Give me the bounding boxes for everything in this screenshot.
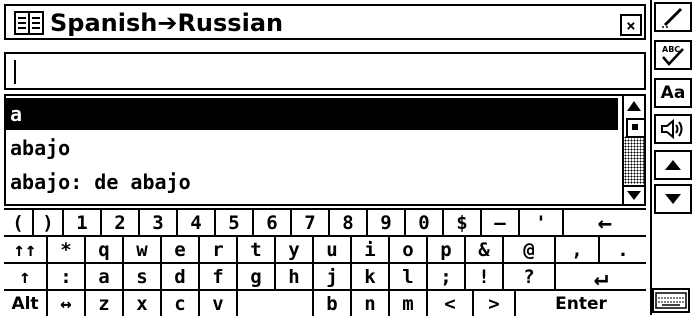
key[interactable]: *: [48, 237, 86, 262]
key[interactable]: p: [428, 237, 466, 262]
key[interactable]: 6: [254, 210, 292, 235]
key[interactable]: :: [48, 264, 86, 289]
page-down-button[interactable]: [654, 184, 692, 214]
speaker-icon: [661, 118, 683, 140]
key[interactable]: .: [600, 237, 646, 262]
page-up-button[interactable]: [654, 150, 692, 180]
keyboard-row-4: Alt ↔ z x c v b n m < > Enter: [4, 289, 646, 318]
list-item[interactable]: abajo: [6, 132, 618, 164]
list-item[interactable]: a: [6, 98, 618, 130]
key[interactable]: q: [86, 237, 124, 262]
key[interactable]: –: [482, 210, 520, 235]
key[interactable]: a: [86, 264, 124, 289]
results-list: a abajo abajo: de abajo: [4, 94, 646, 206]
key[interactable]: &: [466, 237, 504, 262]
key[interactable]: c: [162, 291, 200, 316]
backspace-key[interactable]: ←: [564, 209, 646, 237]
key[interactable]: ?: [504, 264, 556, 289]
key[interactable]: <: [428, 291, 474, 316]
pen-button[interactable]: [654, 2, 692, 32]
caps-lock-key[interactable]: ↑↑: [4, 237, 48, 262]
key[interactable]: s: [124, 264, 162, 289]
right-toolbar: ABC Aa: [650, 0, 693, 315]
key[interactable]: n: [352, 291, 390, 316]
key[interactable]: b: [314, 291, 352, 316]
title-bar: Spanish➔Russian ×: [4, 4, 646, 40]
scroll-up-arrow-icon[interactable]: [624, 96, 644, 116]
key[interactable]: u: [314, 237, 352, 262]
key[interactable]: ,: [556, 237, 600, 262]
scroll-track[interactable]: [624, 136, 644, 184]
keyboard-row-1: () 1 2 3 4 5 6 7 8 9 0 $ – ' ←: [4, 208, 646, 237]
key[interactable]: (: [4, 210, 34, 235]
scroll-down-arrow-icon[interactable]: [624, 184, 644, 204]
space-key[interactable]: [238, 291, 314, 316]
key[interactable]: ;: [428, 264, 466, 289]
on-screen-keyboard: () 1 2 3 4 5 6 7 8 9 0 $ – ' ← ↑↑ * q w e r t y u i o p & @,. ↑: a s d…: [4, 208, 646, 318]
scroll-thumb[interactable]: [626, 118, 644, 138]
keyboard-row-3: ↑: a s d f g h j k l;!? ↵: [4, 262, 646, 291]
key[interactable]: 1: [64, 210, 102, 235]
keyboard-icon: [655, 292, 687, 309]
key[interactable]: d: [162, 264, 200, 289]
alt-key[interactable]: Alt: [4, 291, 48, 316]
key[interactable]: y: [276, 237, 314, 262]
key[interactable]: ': [520, 210, 564, 235]
key[interactable]: w: [124, 237, 162, 262]
key[interactable]: g: [238, 264, 276, 289]
spell-check-icon: ABC: [662, 45, 684, 66]
key[interactable]: 2: [102, 210, 140, 235]
key[interactable]: 0: [406, 210, 444, 235]
key[interactable]: 7: [292, 210, 330, 235]
key[interactable]: $: [444, 210, 482, 235]
close-button[interactable]: ×: [620, 14, 642, 36]
keyboard-toggle-button[interactable]: [652, 288, 690, 313]
key[interactable]: r: [200, 237, 238, 262]
list-item[interactable]: abajo: de abajo: [6, 166, 618, 198]
key[interactable]: l: [390, 264, 428, 289]
keyboard-row-2: ↑↑ * q w e r t y u i o p & @,.: [4, 235, 646, 264]
key[interactable]: 3: [140, 210, 178, 235]
key[interactable]: m: [390, 291, 428, 316]
key[interactable]: t: [238, 237, 276, 262]
key[interactable]: j: [314, 264, 352, 289]
key[interactable]: @: [504, 237, 556, 262]
key[interactable]: 4: [178, 210, 216, 235]
key[interactable]: ): [34, 210, 64, 235]
list-scrollbar[interactable]: [622, 96, 644, 204]
spell-check-button[interactable]: ABC: [654, 40, 692, 70]
enter-key[interactable]: Enter: [516, 291, 646, 316]
close-icon: ×: [626, 15, 636, 35]
sound-button[interactable]: [654, 114, 692, 144]
key[interactable]: v: [200, 291, 238, 316]
language-switch-key[interactable]: ↔: [48, 291, 86, 316]
text-cursor: [14, 60, 16, 84]
pen-icon: [662, 7, 683, 28]
key[interactable]: z: [86, 291, 124, 316]
window-title: Spanish➔Russian: [50, 9, 284, 37]
up-arrow-icon: [665, 160, 681, 170]
key[interactable]: f: [200, 264, 238, 289]
dictionary-book-icon: [14, 11, 44, 35]
key[interactable]: h: [276, 264, 314, 289]
key[interactable]: !: [466, 264, 504, 289]
svg-text:ABC: ABC: [662, 45, 680, 54]
key[interactable]: x: [124, 291, 162, 316]
key[interactable]: e: [162, 237, 200, 262]
key[interactable]: 9: [368, 210, 406, 235]
key[interactable]: 8: [330, 210, 368, 235]
key[interactable]: 5: [216, 210, 254, 235]
search-input[interactable]: [4, 52, 646, 90]
key[interactable]: i: [352, 237, 390, 262]
return-key[interactable]: ↵: [556, 263, 646, 291]
shift-key[interactable]: ↑: [4, 264, 48, 289]
key[interactable]: >: [474, 291, 516, 316]
key[interactable]: k: [352, 264, 390, 289]
down-arrow-icon: [665, 194, 681, 204]
font-size-label: Aa: [660, 83, 686, 103]
key[interactable]: o: [390, 237, 428, 262]
font-size-button[interactable]: Aa: [654, 78, 692, 108]
